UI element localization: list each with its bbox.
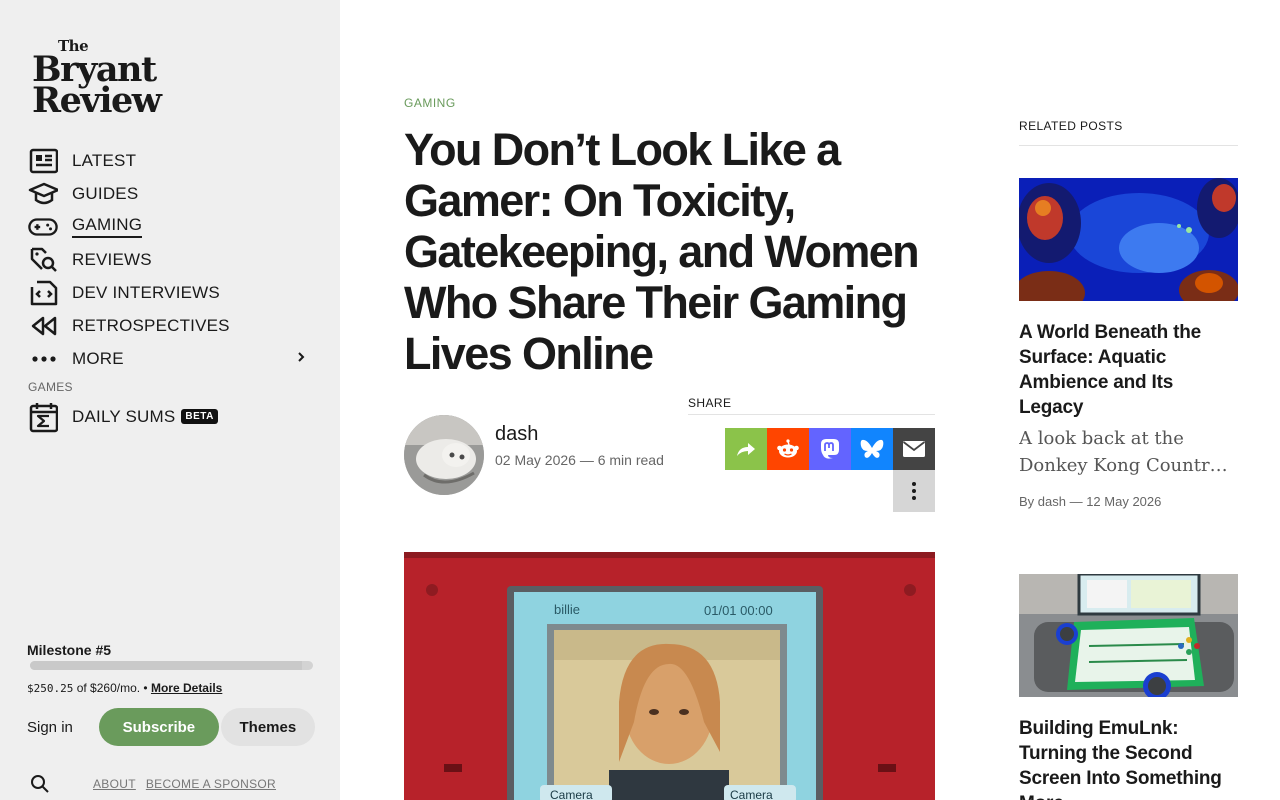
share-more-button[interactable] xyxy=(893,470,935,512)
share-label: SHARE xyxy=(688,396,935,415)
nav-label: REVIEWS xyxy=(72,249,152,269)
share-buttons xyxy=(725,428,935,512)
tag-search-icon xyxy=(28,246,60,274)
nav-label: DEV INTERVIEWS xyxy=(72,282,220,302)
search-icon[interactable] xyxy=(30,774,50,794)
article-meta: 02 May 2026 — 6 min read xyxy=(495,452,664,468)
themes-button[interactable]: Themes xyxy=(220,708,315,746)
ellipsis-icon xyxy=(28,345,60,373)
share-reddit-button[interactable] xyxy=(767,428,809,470)
site-logo[interactable]: The Bryant Review xyxy=(32,39,192,121)
hero-date-text: 01/01 00:00 xyxy=(704,603,773,618)
nav-item-reviews[interactable]: REVIEWS xyxy=(28,243,312,276)
calendar-sigma-icon xyxy=(28,402,60,432)
nav-label: GUIDES xyxy=(72,183,139,203)
about-link[interactable]: ABOUT xyxy=(93,777,136,791)
nav-item-latest[interactable]: LATEST xyxy=(28,144,312,177)
nav-item-daily-sums[interactable]: DAILY SUMS BETA xyxy=(28,400,312,433)
gamepad-icon xyxy=(28,213,60,241)
subscribe-button[interactable]: Subscribe xyxy=(98,708,219,746)
related-posts-label: RELATED POSTS xyxy=(1019,119,1238,146)
share-native-button[interactable] xyxy=(725,428,767,470)
nav-item-gaming[interactable]: GAMING xyxy=(28,210,312,243)
related-post-image[interactable] xyxy=(1019,178,1238,301)
nav-item-more[interactable]: MORE xyxy=(28,342,312,375)
main-nav: LATEST GUIDES GAMING REVIEWS DEV INTERVI… xyxy=(28,144,312,375)
sidebar-footer: ABOUT BECOME A SPONSOR xyxy=(30,774,286,794)
milestone: Milestone #5 $250.25 of $260/mo. • More … xyxy=(27,642,313,695)
related-post-excerpt: A look back at the Donkey Kong Countr… xyxy=(1019,425,1238,479)
related-post-excerpt-line2: Donkey Kong Countr… xyxy=(1019,455,1228,476)
sponsor-link[interactable]: BECOME A SPONSOR xyxy=(146,777,276,791)
milestone-separator: • xyxy=(143,681,148,695)
related-post-image[interactable] xyxy=(1019,574,1238,697)
article-title: You Don’t Look Like a Gamer: On Toxicity… xyxy=(404,124,920,379)
share-email-button[interactable] xyxy=(893,428,935,470)
signin-link[interactable]: Sign in xyxy=(27,719,73,736)
graduation-cap-icon xyxy=(28,180,60,208)
author-avatar[interactable] xyxy=(404,415,484,495)
author-name[interactable]: dash xyxy=(495,423,538,446)
more-vertical-icon xyxy=(912,482,916,500)
share-bluesky-button[interactable] xyxy=(851,428,893,470)
nav-item-dev-interviews[interactable]: DEV INTERVIEWS xyxy=(28,276,312,309)
milestone-title: Milestone #5 xyxy=(27,642,112,658)
nav-item-retrospectives[interactable]: RETROSPECTIVES xyxy=(28,309,312,342)
milestone-progress-bar xyxy=(30,661,313,670)
beta-badge: BETA xyxy=(181,409,218,424)
reddit-icon xyxy=(777,439,799,458)
logo-line2: Review xyxy=(32,80,162,121)
milestone-goal: of $260/mo. xyxy=(76,681,141,695)
more-details-link[interactable]: More Details xyxy=(151,681,222,695)
newspaper-icon xyxy=(28,147,60,175)
section-label-games: GAMES xyxy=(28,380,73,394)
mastodon-icon xyxy=(821,439,839,459)
milestone-progress-fill xyxy=(30,661,302,670)
milestone-amount: $250.25 of $260/mo. • More Details xyxy=(27,681,313,695)
games-nav: DAILY SUMS BETA xyxy=(28,400,312,433)
account-actions: Sign in Subscribe Themes xyxy=(27,708,315,746)
share-mastodon-button[interactable] xyxy=(809,428,851,470)
nav-label: LATEST xyxy=(72,150,137,170)
hero-name-text: billie xyxy=(554,602,580,617)
related-post-byline: By dash — 12 May 2026 xyxy=(1019,494,1162,509)
bluesky-icon xyxy=(860,439,884,458)
code-file-icon xyxy=(28,279,60,307)
hero-camera-right: Camera xyxy=(730,788,773,800)
article-hero-image: Camera Camera billie 01/01 00:00 xyxy=(404,552,935,800)
nav-label: MORE xyxy=(72,348,124,368)
email-icon xyxy=(902,441,926,457)
related-post-excerpt-line1: A look back at the xyxy=(1019,428,1184,449)
share-arrow-icon xyxy=(737,443,755,456)
rewind-icon xyxy=(28,312,60,340)
nav-label: GAMING xyxy=(72,215,143,238)
nav-label: DAILY SUMS xyxy=(72,406,176,426)
article-category[interactable]: GAMING xyxy=(404,96,456,110)
related-post-title[interactable]: A World Beneath the Surface: Aquatic Amb… xyxy=(1019,320,1238,420)
nav-label: RETROSPECTIVES xyxy=(72,315,230,335)
related-post-title[interactable]: Building EmuLnk: Turning the Second Scre… xyxy=(1019,716,1238,800)
chevron-right-icon xyxy=(296,350,306,368)
hero-camera-left: Camera xyxy=(550,788,593,800)
sidebar: The Bryant Review LATEST GUIDES GAMING R… xyxy=(0,0,340,800)
milestone-raised: $250.25 xyxy=(27,682,74,695)
nav-item-guides[interactable]: GUIDES xyxy=(28,177,312,210)
